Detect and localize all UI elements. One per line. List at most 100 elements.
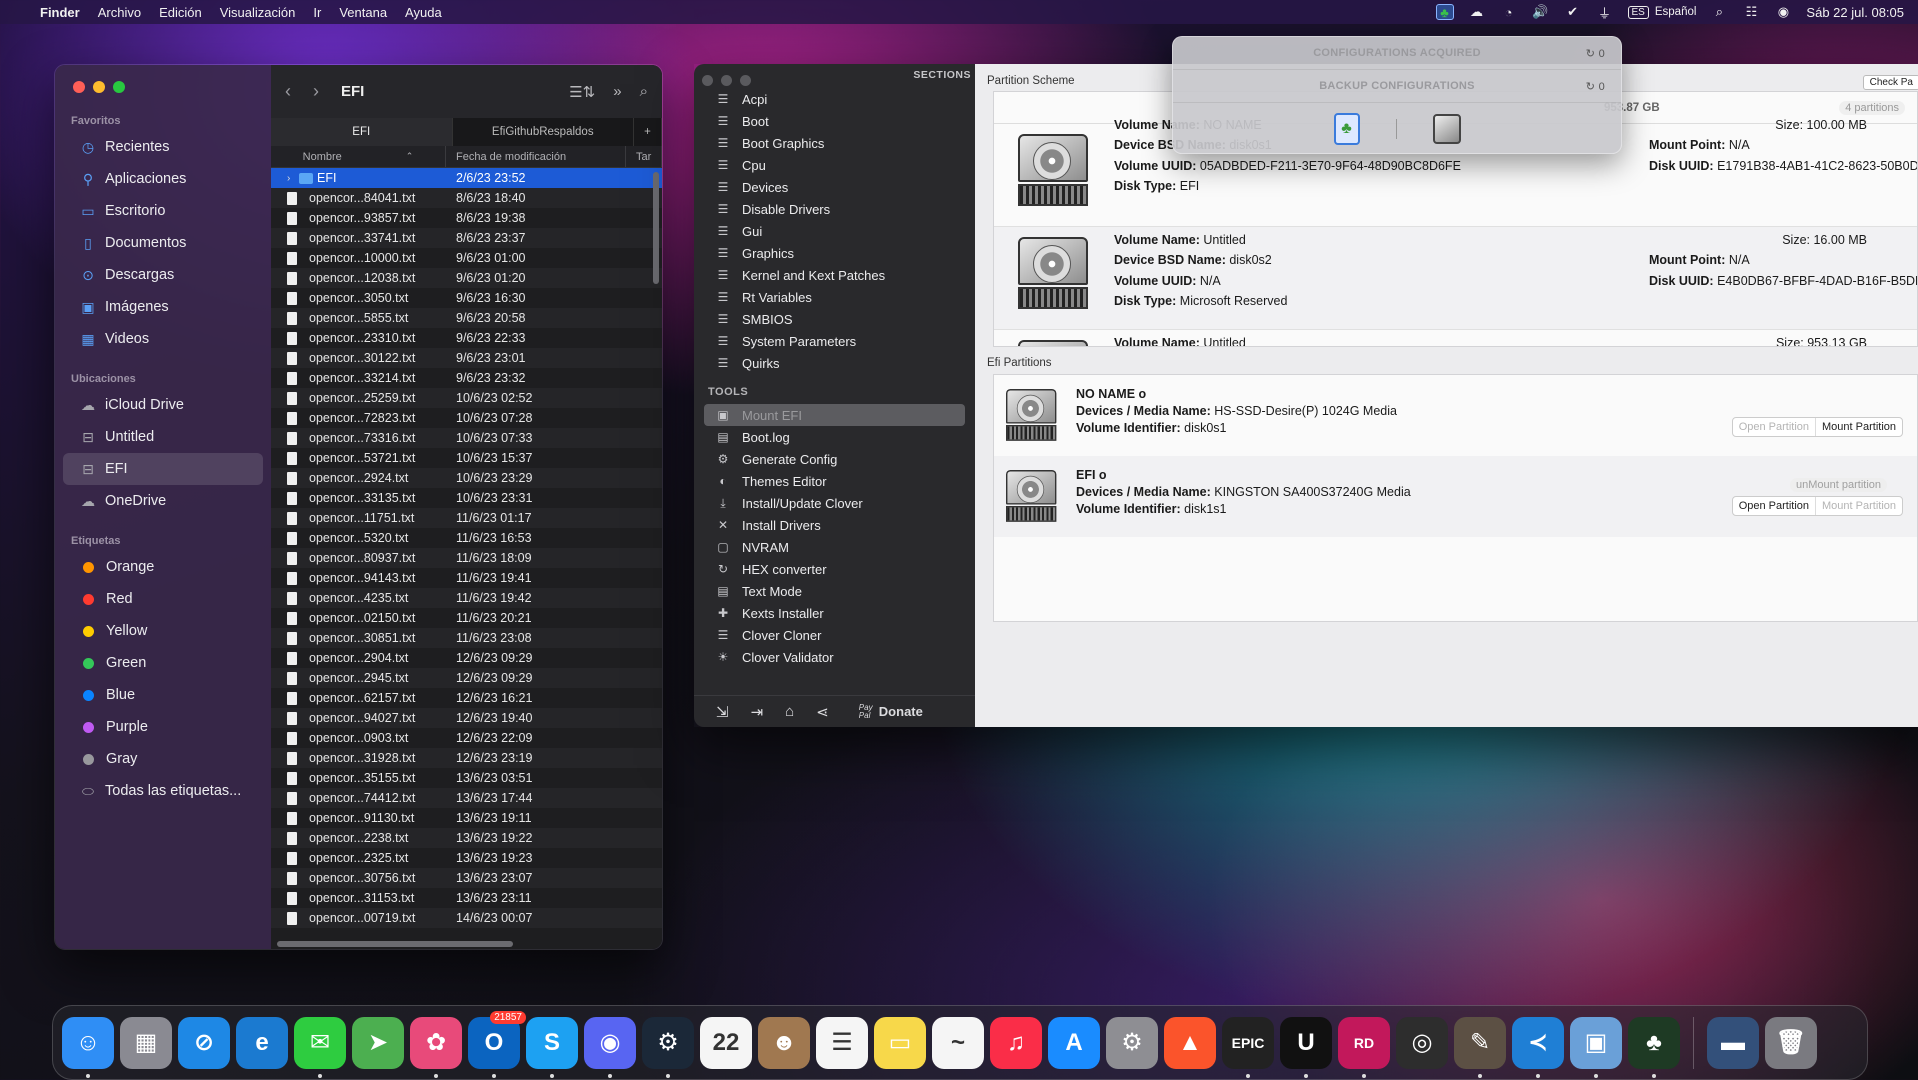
menu-ir[interactable]: Ir: [313, 5, 321, 20]
menu-ayuda[interactable]: Ayuda: [405, 5, 442, 20]
volume-row[interactable]: Volume Name: UntitledDevice BSD Name: di…: [994, 330, 1917, 346]
dock-notes-icon[interactable]: ▭: [874, 1016, 926, 1069]
tool-nvram[interactable]: ▢ NVRAM: [694, 536, 975, 558]
tool-text-mode[interactable]: ▤ Text Mode: [694, 580, 975, 602]
column-date[interactable]: Fecha de modificación: [446, 146, 626, 167]
home-icon[interactable]: ⌂: [785, 703, 794, 720]
dock-freeform-icon[interactable]: ~: [932, 1016, 984, 1069]
disclosure-chevron-icon[interactable]: ›: [287, 173, 299, 184]
tag-red[interactable]: Red: [63, 583, 263, 615]
menu-archivo[interactable]: Archivo: [98, 5, 141, 20]
menubar-clock[interactable]: Sáb 22 jul. 08:05: [1806, 5, 1904, 20]
control-center-icon[interactable]: ☷: [1742, 4, 1760, 20]
file-row[interactable]: opencor...10000.txt 9/6/23 01:00: [271, 248, 662, 268]
mount-partition-button[interactable]: Mount Partition: [1815, 418, 1902, 436]
volume-row[interactable]: Volume Name: UntitledDevice BSD Name: di…: [994, 227, 1917, 330]
configurations-acquired-row[interactable]: CONFIGURATIONS ACQUIRED ↻ 0: [1173, 37, 1621, 70]
minimize-button[interactable]: [721, 75, 732, 86]
file-row[interactable]: opencor...25259.txt 10/6/23 02:52: [271, 388, 662, 408]
section-smbios[interactable]: ☰ SMBIOS: [694, 308, 975, 330]
file-row[interactable]: opencor...94027.txt 12/6/23 19:40: [271, 708, 662, 728]
file-row[interactable]: opencor...2924.txt 10/6/23 23:29: [271, 468, 662, 488]
file-row[interactable]: opencor...35155.txt 13/6/23 03:51: [271, 768, 662, 788]
zoom-button[interactable]: [113, 81, 125, 93]
tool-themes-editor[interactable]: ◐ Themes Editor: [694, 470, 975, 492]
file-row[interactable]: opencor...94143.txt 11/6/23 19:41: [271, 568, 662, 588]
all-tags-item[interactable]: ⬭ Todas las etiquetas...: [63, 775, 263, 807]
tag-yellow[interactable]: Yellow: [63, 615, 263, 647]
file-row[interactable]: opencor...2945.txt 12/6/23 09:29: [271, 668, 662, 688]
file-row[interactable]: opencor...31928.txt 12/6/23 23:19: [271, 748, 662, 768]
tag-green[interactable]: Green: [63, 647, 263, 679]
file-row[interactable]: opencor...02150.txt 11/6/23 20:21: [271, 608, 662, 628]
tool-clover-cloner[interactable]: ☰ Clover Cloner: [694, 624, 975, 646]
sidebar-item-imágenes[interactable]: ▣ Imágenes: [63, 291, 263, 323]
vertical-scrollbar[interactable]: [653, 172, 659, 284]
section-kernel-and-kext-patches[interactable]: ☰ Kernel and Kext Patches: [694, 264, 975, 286]
section-graphics[interactable]: ☰ Graphics: [694, 242, 975, 264]
horizontal-scrollbar[interactable]: [277, 941, 513, 947]
tab-efigithubrespaldos[interactable]: EfiGithubRespaldos: [453, 118, 634, 146]
section-disable-drivers[interactable]: ☰ Disable Drivers: [694, 198, 975, 220]
section-acpi[interactable]: ☰ Acpi: [694, 88, 975, 110]
language-label[interactable]: Español: [1655, 6, 1697, 18]
dock-finder-icon[interactable]: ☺: [62, 1016, 114, 1078]
close-button[interactable]: [702, 75, 713, 86]
file-row[interactable]: opencor...74412.txt 13/6/23 17:44: [271, 788, 662, 808]
dock-trash-icon[interactable]: 🗑: [1765, 1016, 1817, 1069]
dock-photos-icon[interactable]: ✿: [410, 1016, 462, 1078]
tag-blue[interactable]: Blue: [63, 679, 263, 711]
menu-ventana[interactable]: Ventana: [339, 5, 387, 20]
dock-app-store-icon[interactable]: A: [1048, 1016, 1100, 1069]
tag-orange[interactable]: Orange: [63, 551, 263, 583]
search-icon[interactable]: ⌕: [640, 83, 648, 101]
sidebar-item-efi[interactable]: ⊟ EFI: [63, 453, 263, 485]
dock-downloads-folder-icon[interactable]: ▬: [1707, 1016, 1759, 1069]
disk-icon[interactable]: [1432, 114, 1461, 144]
share-icon[interactable]: ⋖: [816, 703, 829, 721]
file-row[interactable]: opencor...72823.txt 10/6/23 07:28: [271, 408, 662, 428]
tool-clover-validator[interactable]: ☀ Clover Validator: [694, 646, 975, 668]
dock-preview-icon[interactable]: ▣: [1570, 1016, 1622, 1078]
back-icon[interactable]: ‹: [285, 81, 291, 102]
sidebar-item-escritorio[interactable]: ▭ Escritorio: [63, 195, 263, 227]
tab-efi[interactable]: EFI: [271, 118, 453, 146]
file-row[interactable]: opencor...33741.txt 8/6/23 23:37: [271, 228, 662, 248]
efi-partition-row[interactable]: EFI o Devices / Media Name: KINGSTON SA40…: [994, 456, 1917, 537]
tool-mount-efi[interactable]: ▣ Mount EFI: [704, 404, 965, 426]
section-cpu[interactable]: ☰ Cpu: [694, 154, 975, 176]
mount-partition-button[interactable]: Mount Partition: [1815, 497, 1902, 515]
sidebar-item-documentos[interactable]: ▯ Documentos: [63, 227, 263, 259]
file-row[interactable]: opencor...80937.txt 11/6/23 18:09: [271, 548, 662, 568]
dock-contacts-icon[interactable]: ☻: [758, 1016, 810, 1069]
dock-calendar-icon[interactable]: 22: [700, 1016, 752, 1069]
section-boot[interactable]: ☰ Boot: [694, 110, 975, 132]
menu-edicion[interactable]: Edición: [159, 5, 202, 20]
sidebar-item-icloud-drive[interactable]: ☁ iCloud Drive: [63, 389, 263, 421]
tag-gray[interactable]: Gray: [63, 743, 263, 775]
dock-safari-icon[interactable]: ⊘: [178, 1016, 230, 1069]
menu-finder[interactable]: Finder: [40, 5, 80, 20]
zoom-button[interactable]: [740, 75, 751, 86]
file-row[interactable]: opencor...73316.txt 10/6/23 07:33: [271, 428, 662, 448]
dock-gimp-icon[interactable]: ✎: [1454, 1016, 1506, 1078]
tool-generate-config[interactable]: ⚙ Generate Config: [694, 448, 975, 470]
tag-purple[interactable]: Purple: [63, 711, 263, 743]
dock-messages-icon[interactable]: ✉: [294, 1016, 346, 1078]
file-row[interactable]: opencor...5855.txt 9/6/23 20:58: [271, 308, 662, 328]
forward-icon[interactable]: ›: [313, 81, 319, 102]
file-row[interactable]: opencor...00719.txt 14/6/23 00:07: [271, 908, 662, 928]
section-quirks[interactable]: ☰ Quirks: [694, 352, 975, 374]
spotlight-icon[interactable]: ⌕: [1710, 4, 1728, 20]
column-name[interactable]: Nombre ⌃: [271, 146, 446, 167]
file-row[interactable]: opencor...3050.txt 9/6/23 16:30: [271, 288, 662, 308]
section-gui[interactable]: ☰ Gui: [694, 220, 975, 242]
file-row[interactable]: opencor...30851.txt 11/6/23 23:08: [271, 628, 662, 648]
dock-vscode-icon[interactable]: ≺: [1512, 1016, 1564, 1078]
siri-icon[interactable]: ◉: [1774, 4, 1792, 20]
sidebar-item-recientes[interactable]: ◷ Recientes: [63, 131, 263, 163]
dock-skype-icon[interactable]: S: [526, 1016, 578, 1078]
folder-row[interactable]: › EFI 2/6/23 23:52: [271, 168, 662, 188]
dock-clover-icon[interactable]: ♣: [1628, 1016, 1680, 1078]
tool-install-update-clover[interactable]: ⤓ Install/Update Clover: [694, 492, 975, 514]
